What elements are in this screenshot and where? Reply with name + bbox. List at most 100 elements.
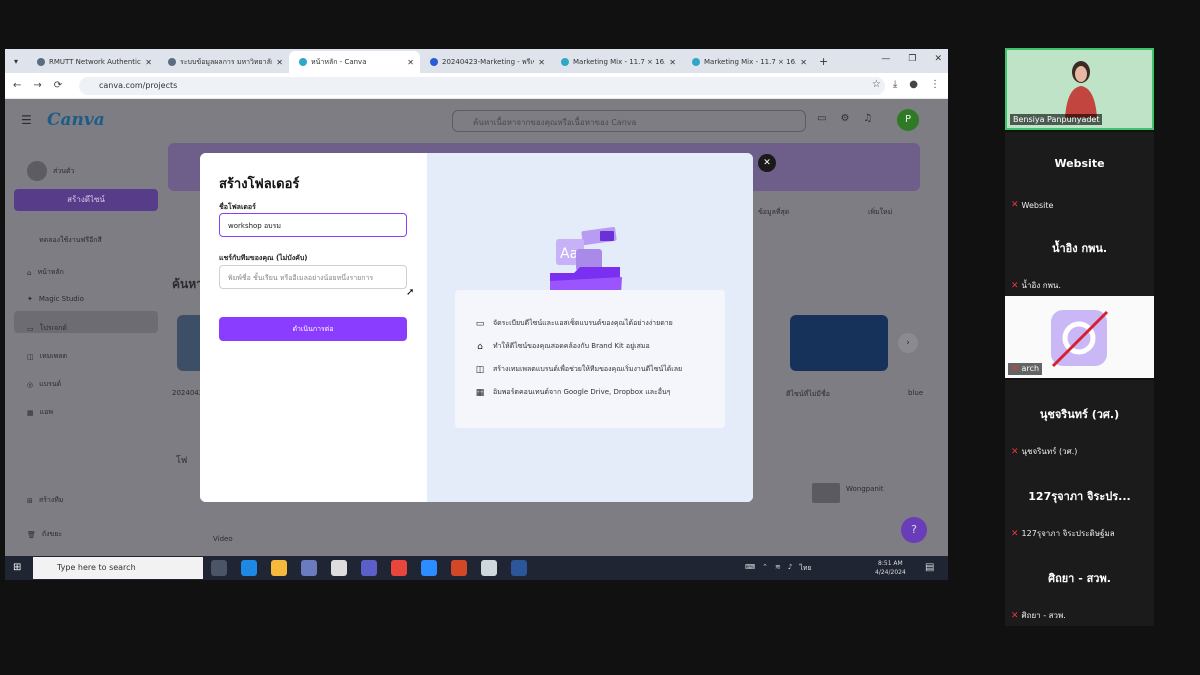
template-icon: ◫ xyxy=(27,352,34,361)
browser-tab[interactable]: RMUTT Network Authentic ✕ xyxy=(27,51,158,73)
apps-grid-icon: ▦ xyxy=(27,408,34,417)
avatar[interactable]: P xyxy=(897,109,919,131)
task-view-icon[interactable] xyxy=(211,560,227,576)
browser-tab[interactable]: ระบบข้อมูลผลการ มหาวิทยาลัย ✕ xyxy=(158,51,289,73)
sidebar-item-trash[interactable]: 🗑 ถังขยะ xyxy=(27,529,62,540)
trial-link[interactable]: ทดลองใช้งานฟรีอีกสี xyxy=(39,235,102,246)
bell-icon[interactable]: ♫ xyxy=(863,113,872,124)
reload-icon[interactable]: ⟳ xyxy=(54,80,62,91)
list-item-title[interactable]: Video xyxy=(213,535,233,543)
participant-tile[interactable]: Bensiya Panpunyadet xyxy=(1005,48,1154,130)
user-switcher[interactable]: ส่วนตัว xyxy=(27,161,74,181)
sidebar-item-label: หน้าหลัก xyxy=(37,268,64,276)
monitor-icon[interactable]: ▭ xyxy=(817,113,826,124)
photos-icon[interactable] xyxy=(481,560,497,576)
sidebar-item-label: แบรนด์ xyxy=(39,380,62,388)
feature-item: ⌂ ทำให้ดีไซน์ของคุณสอดคล้องกับ Brand Kit … xyxy=(475,341,650,352)
close-window-icon[interactable]: ✕ xyxy=(934,54,942,64)
browser-tab[interactable]: Marketing Mix - 11.7 × 16.5 ✕ xyxy=(682,51,813,73)
mail-icon[interactable] xyxy=(331,560,347,576)
more-icon[interactable]: ⋮ xyxy=(930,79,940,90)
muted-mic-icon: ✕ xyxy=(1011,446,1019,457)
participant-tile[interactable]: 127รุจาภา จิระปร... ✕ 127รุจาภา จิระประดิ… xyxy=(1005,462,1154,544)
participant-tile[interactable]: นุชจรินทร์ (วศ.) ✕ นุชจรินทร์ (วศ.) xyxy=(1005,380,1154,462)
list-item-title[interactable]: Wongpanit xyxy=(846,485,884,493)
sidebar-item-home[interactable]: ⌂ หน้าหลัก xyxy=(27,267,64,278)
screen-share: ▾ RMUTT Network Authentic ✕ ระบบข้อมูลผลก… xyxy=(5,49,948,580)
edge-icon[interactable] xyxy=(241,560,257,576)
windows-start-icon[interactable]: ⊞ xyxy=(13,562,21,573)
tab-menu-icon[interactable]: ▾ xyxy=(5,57,27,66)
canva-sidebar: ส่วนตัว สร้างดีไซน์ ทดลองใช้งานฟรีอีกสี … xyxy=(5,143,165,556)
hamburger-icon[interactable]: ☰ xyxy=(21,113,32,127)
back-icon[interactable]: ← xyxy=(13,80,21,91)
sidebar-item-brand[interactable]: ◎ แบรนด์ xyxy=(27,379,61,390)
forward-icon[interactable]: → xyxy=(33,80,41,91)
minimize-icon[interactable]: — xyxy=(881,54,890,64)
profile-icon[interactable]: ● xyxy=(909,79,918,90)
participant-tile[interactable]: ศิถยา - สวพ. ✕ ศิถยา - สวพ. xyxy=(1005,544,1154,626)
teams-icon[interactable] xyxy=(361,560,377,576)
file-explorer-icon[interactable] xyxy=(271,560,287,576)
taskbar-apps xyxy=(211,560,527,576)
participant-tile[interactable]: ✕ arch xyxy=(1005,296,1154,378)
language-indicator[interactable]: ไทย xyxy=(799,563,811,574)
gear-icon[interactable]: ⚙ xyxy=(840,113,849,124)
browser-tab[interactable]: 20240423-Marketing - พรีเซ ✕ xyxy=(420,51,551,73)
brand-icon: ◎ xyxy=(27,380,34,389)
sidebar-item-create-team[interactable]: ⊞ สร้างทีม xyxy=(27,495,63,506)
close-tab-icon[interactable]: ✕ xyxy=(800,58,807,67)
create-design-button[interactable]: สร้างดีไซน์ xyxy=(14,189,158,211)
zoom-icon[interactable] xyxy=(421,560,437,576)
taskbar-search-input[interactable]: Type here to search xyxy=(33,557,203,579)
tab-title: Marketing Mix - 11.7 × 16.5 xyxy=(573,58,666,66)
close-tab-icon[interactable]: ✕ xyxy=(407,58,414,67)
sidebar-item-templates[interactable]: ◫ เทมเพลต xyxy=(27,351,67,362)
search-input[interactable]: ค้นหาเนื้อหาจากของคุณหรือเนื้อหาของ Canv… xyxy=(452,110,806,132)
browser-tab[interactable]: Marketing Mix - 11.7 × 16.5 ✕ xyxy=(551,51,682,73)
close-tab-icon[interactable]: ✕ xyxy=(145,58,152,67)
close-tab-icon[interactable]: ✕ xyxy=(669,58,676,67)
clock-date: 4/24/2024 xyxy=(875,569,906,576)
muted-mic-icon: ✕ xyxy=(1011,200,1019,210)
restore-icon[interactable]: ❐ xyxy=(908,54,916,64)
sidebar-item-projects[interactable]: ▭ โปรเจกต์ xyxy=(27,323,67,334)
continue-button[interactable]: ดำเนินการต่อ xyxy=(219,317,407,341)
store-icon[interactable] xyxy=(301,560,317,576)
participant-label: ✕ น้ำอิง กพน. xyxy=(1011,279,1061,292)
bookmark-star-icon[interactable]: ☆ xyxy=(872,79,881,90)
wifi-icon[interactable]: ≋ xyxy=(775,563,781,574)
word-icon[interactable] xyxy=(511,560,527,576)
close-icon[interactable]: ✕ xyxy=(758,154,776,172)
add-new-button[interactable]: เพิ่มใหม่ xyxy=(868,207,892,218)
keyboard-icon[interactable]: ⌨ xyxy=(745,563,755,574)
powerpoint-icon[interactable] xyxy=(451,560,467,576)
participant-tile[interactable]: น้ำอิง กพน. ✕ น้ำอิง กพน. xyxy=(1005,214,1154,296)
taskbar-clock[interactable]: 8:51 AM 4/24/2024 xyxy=(875,559,906,577)
notification-icon[interactable]: ▤ xyxy=(925,562,934,573)
volume-icon[interactable]: ♪ xyxy=(788,563,792,574)
clock-time: 8:51 AM xyxy=(878,560,903,567)
design-card[interactable] xyxy=(790,315,888,371)
chevron-up-icon[interactable]: ⌃ xyxy=(762,563,768,574)
participant-name: Bensiya Panpunyadet xyxy=(1010,114,1103,125)
chevron-right-icon[interactable]: › xyxy=(898,333,918,353)
help-icon[interactable]: ? xyxy=(901,517,927,543)
url-field[interactable]: canva.com/projects xyxy=(79,77,885,95)
sidebar-item-apps[interactable]: ▦ แอพ xyxy=(27,407,53,418)
download-icon[interactable]: ⤓ xyxy=(893,79,897,90)
share-input[interactable]: พิมพ์ชื่อ ชั้นเรียน หรืออีเมลอย่างน้อยหน… xyxy=(219,265,407,289)
browser-tab-active[interactable]: หน้าหลัก - Canva ✕ xyxy=(289,51,420,73)
participant-tile[interactable]: Website ✕ Website xyxy=(1005,132,1154,214)
close-tab-icon[interactable]: ✕ xyxy=(276,58,283,67)
feature-text: อิมพอร์ตคอนเทนต์จาก Google Drive, Dropbo… xyxy=(493,388,671,396)
new-tab-icon[interactable]: + xyxy=(819,55,828,68)
sort-button[interactable]: ข้อมูลที่สุด xyxy=(758,207,789,218)
close-tab-icon[interactable]: ✕ xyxy=(538,58,545,67)
participant-name: น้ำอิง กพน. xyxy=(1021,281,1061,290)
canva-logo[interactable]: Canva xyxy=(47,110,105,130)
folder-name-input[interactable]: workshop อบรม xyxy=(219,213,407,237)
participant-display-name: นุชจรินทร์ (วศ.) xyxy=(1039,408,1120,421)
sidebar-item-magic-studio[interactable]: ✦ Magic Studio xyxy=(27,295,84,303)
chrome-icon[interactable] xyxy=(391,560,407,576)
